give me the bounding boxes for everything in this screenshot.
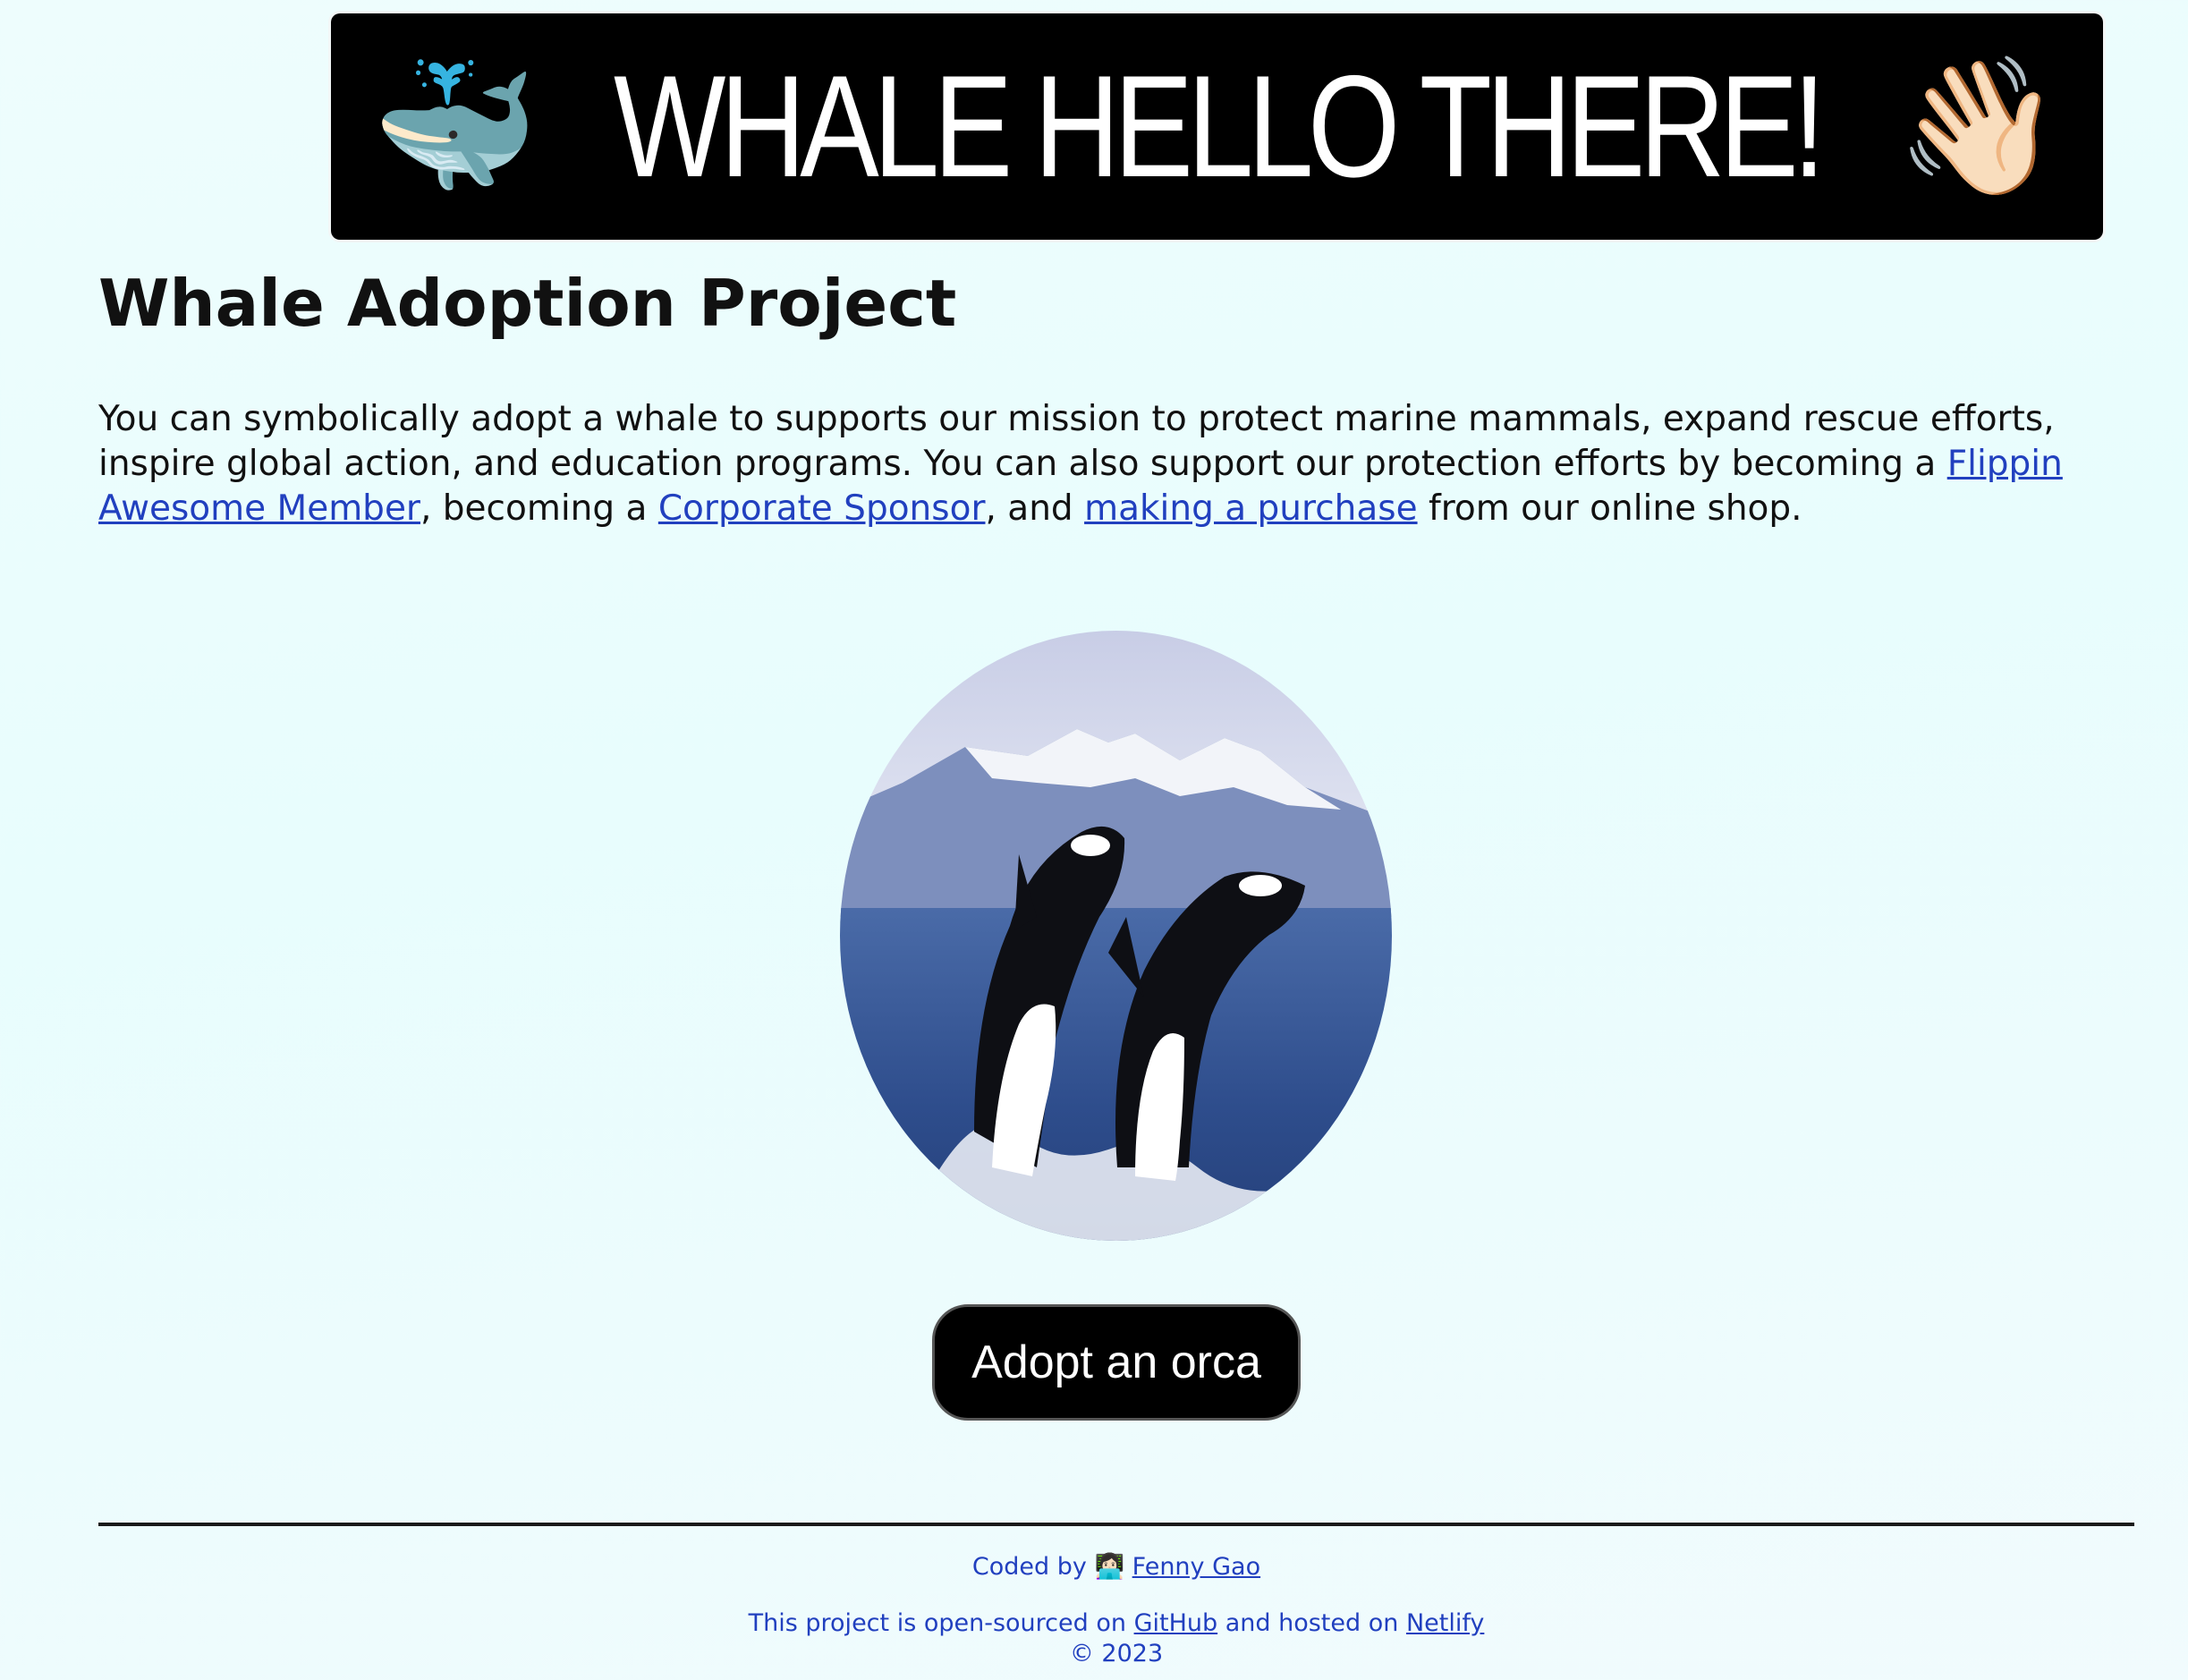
purchase-link[interactable]: making a purchase	[1084, 488, 1418, 529]
page-title: Whale Adoption Project	[98, 266, 957, 341]
intro-text: from our online shop.	[1417, 488, 1802, 529]
author-link[interactable]: Fenny Gao	[1132, 1553, 1260, 1581]
corporate-sponsor-link[interactable]: Corporate Sponsor	[658, 488, 986, 529]
github-link[interactable]: GitHub	[1134, 1609, 1218, 1637]
coded-by-text: Coded by	[971, 1553, 1095, 1581]
adopt-orca-button[interactable]: Adopt an orca	[932, 1304, 1301, 1421]
waving-hand-icon: 👋🏻	[1895, 48, 2063, 205]
intro-paragraph: You can symbolically adopt a whale to su…	[98, 397, 2111, 531]
source-text: and hosted on	[1217, 1609, 1406, 1637]
whale-icon: 🐳	[371, 48, 539, 205]
copyright: © 2023	[1069, 1640, 1164, 1667]
orca-image	[840, 631, 1392, 1241]
technologist-icon: 👩🏻‍💻	[1094, 1553, 1125, 1581]
intro-text: You can symbolically adopt a whale to su…	[98, 399, 2055, 484]
footer-credit: Coded by 👩🏻‍💻 Fenny Gao	[0, 1552, 2188, 1582]
intro-text: , and	[985, 488, 1085, 529]
intro-text: , becoming a	[420, 488, 658, 529]
source-text: This project is open-sourced on	[748, 1609, 1134, 1637]
footer-divider	[98, 1523, 2134, 1526]
banner-title: WHALE HELLO THERE!	[614, 45, 1826, 208]
header-banner: 🐳 WHALE HELLO THERE! 👋🏻	[331, 13, 2103, 240]
orca-image-illustration	[840, 631, 1392, 1241]
footer-source: This project is open-sourced on GitHub a…	[0, 1608, 2188, 1639]
netlify-link[interactable]: Netlify	[1406, 1609, 1484, 1637]
